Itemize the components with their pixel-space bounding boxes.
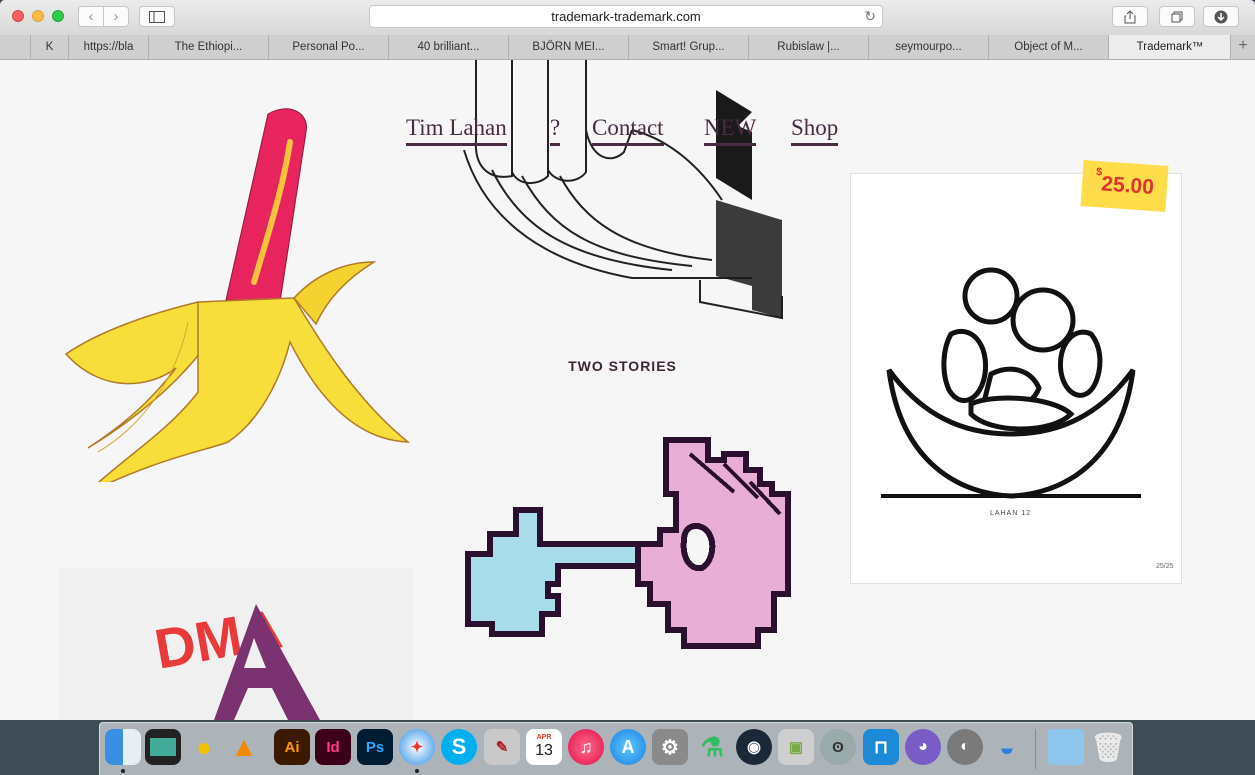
steam-icon[interactable]: ◉ — [736, 729, 772, 765]
tabs-icon — [1171, 11, 1183, 22]
sequel-pro-icon[interactable]: ◐ — [947, 729, 983, 765]
forward-button[interactable]: › — [103, 6, 129, 27]
pixel-hands-illustration[interactable] — [462, 434, 792, 650]
illustrator-icon[interactable]: Ai — [274, 729, 310, 765]
calendar-month: APR — [536, 734, 552, 741]
nav-link-home[interactable]: Tim Lahan — [406, 115, 507, 146]
tabs-overview-button[interactable] — [1159, 6, 1195, 27]
share-icon — [1124, 9, 1136, 23]
print-edition: 25/25 — [1156, 563, 1174, 570]
tab[interactable]: Object of M... — [988, 35, 1108, 59]
share-button[interactable] — [1112, 6, 1148, 27]
calendar-day: 13 — [535, 742, 553, 759]
download-icon — [1214, 10, 1228, 23]
finder-icon[interactable] — [105, 729, 141, 765]
hand-line-drawing[interactable] — [452, 60, 792, 322]
nav-link-about[interactable]: ? — [550, 115, 561, 146]
price-amount: 25.00 — [1100, 172, 1155, 200]
sidebar-toggle-button[interactable] — [139, 6, 175, 27]
safari-icon[interactable]: ✦ — [399, 729, 435, 765]
tab[interactable]: The Ethiopi... — [148, 35, 268, 59]
back-button[interactable]: ‹ — [78, 6, 104, 27]
indesign-icon[interactable]: Id — [315, 729, 351, 765]
itunes-icon[interactable]: ♫ — [568, 729, 604, 765]
preview-icon[interactable]: ▣ — [778, 729, 814, 765]
nav-link-contact[interactable]: Contact — [592, 115, 664, 146]
running-indicator — [415, 769, 419, 773]
chevron-left-icon: ‹ — [88, 8, 94, 25]
system-preferences-icon[interactable]: ⚙ — [652, 729, 688, 765]
close-window-button[interactable] — [12, 10, 24, 22]
skype-icon[interactable]: S — [441, 729, 477, 765]
page-content: Tim Lahan ? Contact NEW Shop TWO STORIES — [0, 60, 1255, 720]
tab[interactable]: seymourpo... — [868, 35, 988, 59]
mission-control-icon[interactable] — [145, 729, 181, 765]
frame-icon[interactable]: ⊓ — [863, 729, 899, 765]
dock: ● ▲ Ai Id Ps ✦ S ✎ APR 13 ♫ A ⚙ ⚗ ◉ ▣ ʘ … — [99, 722, 1133, 775]
app-store-icon[interactable]: A — [610, 729, 646, 765]
tab[interactable]: Smart! Grup... — [628, 35, 748, 59]
koala-icon[interactable]: ʘ — [820, 729, 856, 765]
tab[interactable]: K — [30, 35, 68, 59]
cyberduck-icon[interactable]: ● — [186, 729, 222, 765]
trash-icon[interactable]: 🗑 — [1090, 729, 1126, 765]
tab[interactable]: BJÖRN MEI... — [508, 35, 628, 59]
url-text: trademark-trademark.com — [551, 9, 701, 24]
browser-window: ‹ › trademark-trademark.com ↻ K https://… — [0, 0, 1255, 720]
banana-hotdog-illustration[interactable] — [58, 102, 414, 495]
sidebar-icon — [149, 10, 165, 23]
script-editor-icon[interactable]: ✎ — [484, 729, 520, 765]
downloads-button[interactable] — [1203, 6, 1239, 27]
tab[interactable]: Rubislaw |... — [748, 35, 868, 59]
tab-active[interactable]: Trademark™ — [1108, 35, 1231, 59]
chevron-right-icon: › — [113, 8, 119, 25]
price-tag[interactable]: $25.00 — [1080, 160, 1169, 212]
nav-link-shop[interactable]: Shop — [791, 115, 839, 146]
fullscreen-window-button[interactable] — [52, 10, 64, 22]
tab[interactable]: Personal Po... — [268, 35, 388, 59]
nav-link-new[interactable]: NEW — [704, 115, 757, 146]
downloads-folder-icon[interactable] — [1048, 729, 1084, 765]
product-card[interactable] — [850, 173, 1182, 584]
potion-icon[interactable]: ⚗ — [694, 729, 730, 765]
pages-icon[interactable]: ◒ — [989, 729, 1025, 765]
tab-bar: K https://bla The Ethiopi... Personal Po… — [0, 35, 1255, 60]
section-title[interactable]: TWO STORIES — [540, 358, 705, 374]
dock-separator — [1035, 729, 1036, 769]
vlc-icon[interactable]: ▲ — [226, 729, 262, 765]
print-signature: LAHAN 12 — [990, 510, 1032, 517]
calendar-icon[interactable]: APR 13 — [526, 729, 562, 765]
dma-sticker-illustration[interactable]: DMA — [58, 568, 414, 720]
running-indicator — [121, 769, 125, 773]
tab[interactable]: 40 brilliant... — [388, 35, 508, 59]
browser-toolbar: ‹ › trademark-trademark.com ↻ — [0, 0, 1255, 36]
reload-icon[interactable]: ↻ — [864, 6, 876, 27]
github-icon[interactable]: ◕ — [905, 729, 941, 765]
minimize-window-button[interactable] — [32, 10, 44, 22]
new-tab-button[interactable]: + — [1230, 35, 1255, 59]
photoshop-icon[interactable]: Ps — [357, 729, 393, 765]
site-navigation: Tim Lahan ? Contact NEW Shop — [0, 115, 1255, 155]
tab[interactable]: https://bla — [68, 35, 148, 59]
address-bar[interactable]: trademark-trademark.com ↻ — [369, 5, 883, 28]
fruit-bowl-print — [881, 267, 1141, 499]
